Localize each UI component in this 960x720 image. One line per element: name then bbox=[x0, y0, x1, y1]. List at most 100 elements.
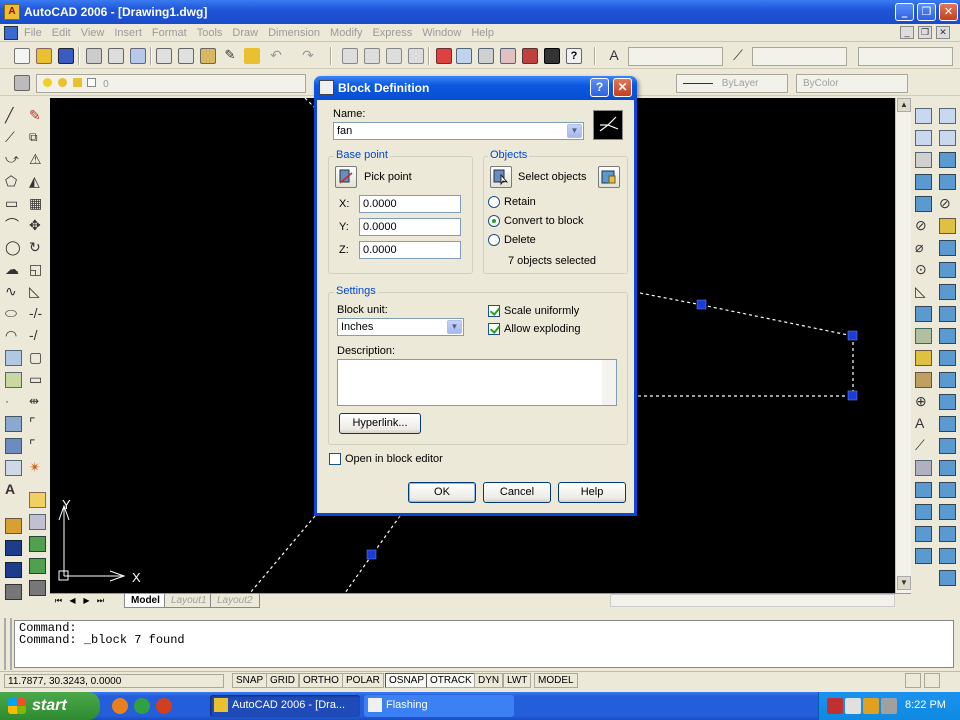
start-button[interactable]: start bbox=[0, 692, 100, 720]
layer-match-icon[interactable] bbox=[5, 562, 22, 578]
doc-close-button[interactable]: ✕ bbox=[936, 26, 950, 39]
convert-to-block-radio[interactable] bbox=[488, 215, 500, 227]
clock[interactable]: 8:22 PM bbox=[905, 699, 946, 711]
tab-layout2[interactable]: Layout2 bbox=[210, 594, 260, 608]
snap-toggle[interactable]: SNAP bbox=[232, 673, 268, 688]
dyn-toggle[interactable]: DYN bbox=[474, 673, 504, 688]
check-solid-icon[interactable] bbox=[939, 570, 956, 586]
menu-format[interactable]: Format bbox=[152, 27, 187, 39]
dim-arc-icon[interactable] bbox=[915, 152, 932, 168]
table-style-combo[interactable] bbox=[858, 47, 953, 66]
setup-drawing-icon[interactable] bbox=[939, 350, 956, 366]
menu-modify[interactable]: Modify bbox=[330, 27, 362, 39]
description-scrollbar[interactable] bbox=[602, 360, 616, 405]
dim-baseline-icon[interactable] bbox=[915, 306, 932, 322]
move-icon[interactable]: ✥ bbox=[29, 218, 46, 234]
revolve-icon[interactable] bbox=[939, 262, 956, 278]
description-textarea[interactable] bbox=[337, 359, 617, 406]
interfere-icon[interactable] bbox=[939, 328, 956, 344]
restore-button[interactable]: ❐ bbox=[917, 3, 936, 21]
erase-icon[interactable]: ✎ bbox=[29, 108, 46, 124]
paste-icon[interactable] bbox=[200, 48, 216, 64]
undo-icon[interactable]: ↶ bbox=[268, 48, 284, 64]
hatch-icon[interactable] bbox=[5, 416, 22, 432]
setup-profile-icon[interactable] bbox=[939, 394, 956, 410]
text-style-icon[interactable]: A bbox=[606, 48, 622, 64]
redo-icon[interactable]: ↷ bbox=[300, 48, 316, 64]
chevron-down-icon[interactable]: ▼ bbox=[567, 124, 582, 138]
polygon-icon[interactable]: ⬠ bbox=[5, 174, 22, 190]
dim-style-icon[interactable]: ⟋ bbox=[730, 48, 746, 64]
ellipse-icon[interactable]: ⬭ bbox=[5, 306, 22, 322]
save-icon[interactable] bbox=[58, 48, 74, 64]
tool-palettes-icon[interactable] bbox=[478, 48, 494, 64]
express-draw-icon[interactable] bbox=[29, 580, 46, 596]
prev-tab-icon[interactable]: ◀ bbox=[66, 595, 79, 607]
stretch-icon[interactable]: ◺ bbox=[29, 284, 46, 300]
dim-aligned-icon[interactable] bbox=[915, 130, 932, 146]
retain-radio[interactable] bbox=[488, 196, 500, 208]
solid-cone-icon[interactable] bbox=[939, 174, 956, 190]
region-icon[interactable] bbox=[5, 460, 22, 476]
properties-icon[interactable] bbox=[436, 48, 452, 64]
allow-exploding-checkbox[interactable] bbox=[488, 323, 500, 335]
rectangle-icon[interactable]: ▭ bbox=[5, 196, 22, 212]
dim-space-icon[interactable] bbox=[915, 548, 932, 564]
circle-icon[interactable]: ◯ bbox=[5, 240, 22, 256]
layer-iso-icon[interactable] bbox=[5, 584, 22, 600]
help-button[interactable]: Help bbox=[558, 482, 626, 503]
union-icon[interactable] bbox=[939, 416, 956, 432]
menu-edit[interactable]: Edit bbox=[52, 27, 71, 39]
point-icon[interactable]: · bbox=[5, 394, 22, 410]
coordinate-readout[interactable]: 11.7877, 30.3243, 0.0000 bbox=[4, 674, 224, 688]
dim-jogged-icon[interactable]: ⊘ bbox=[915, 218, 932, 234]
tray-icon[interactable] bbox=[863, 698, 879, 714]
dialog-close-button[interactable]: ✕ bbox=[613, 78, 632, 97]
dim-style-combo[interactable] bbox=[752, 47, 847, 66]
tab-model[interactable]: Model bbox=[124, 594, 167, 608]
menu-view[interactable]: View bbox=[81, 27, 105, 39]
otrack-toggle[interactable]: OTRACK bbox=[426, 673, 476, 688]
firefox-icon[interactable] bbox=[112, 698, 128, 714]
break-icon[interactable]: ▢ bbox=[29, 350, 46, 366]
express-modify-icon[interactable] bbox=[29, 558, 46, 574]
center-mark-icon[interactable]: ⊕ bbox=[915, 394, 932, 410]
taskbar-autocad[interactable]: AutoCAD 2006 - [Dra... bbox=[210, 695, 360, 717]
text-style-combo[interactable] bbox=[628, 47, 723, 66]
leader-icon[interactable] bbox=[915, 350, 932, 366]
autocad-app-icon[interactable]: A bbox=[4, 4, 20, 20]
solid-box-icon[interactable] bbox=[939, 108, 956, 124]
pick-point-button[interactable] bbox=[335, 166, 357, 188]
dim-ordinate-icon[interactable] bbox=[915, 174, 932, 190]
volume-icon[interactable] bbox=[881, 698, 897, 714]
taskbar-flashing[interactable]: Flashing bbox=[364, 695, 514, 717]
dim-override-icon[interactable] bbox=[915, 504, 932, 520]
tray-icon[interactable] bbox=[845, 698, 861, 714]
tray-icon[interactable] bbox=[827, 698, 843, 714]
markup-icon[interactable] bbox=[522, 48, 538, 64]
solid-wedge-icon[interactable]: ⊘ bbox=[939, 196, 956, 212]
model-toggle[interactable]: MODEL bbox=[534, 673, 578, 688]
menu-insert[interactable]: Insert bbox=[114, 27, 142, 39]
quick-select-button[interactable] bbox=[598, 166, 620, 188]
block-editor-icon[interactable] bbox=[244, 48, 260, 64]
spline-icon[interactable]: ∿ bbox=[5, 284, 22, 300]
tolerance-icon[interactable] bbox=[915, 372, 932, 388]
array-icon[interactable]: ▦ bbox=[29, 196, 46, 212]
explode-icon[interactable]: ⌜ bbox=[29, 438, 46, 454]
ortho-toggle[interactable]: ORTHO bbox=[299, 673, 343, 688]
scroll-down-icon[interactable]: ▼ bbox=[897, 576, 911, 590]
comm-center-icon[interactable] bbox=[905, 673, 921, 688]
publish-icon[interactable] bbox=[130, 48, 146, 64]
subtract-icon[interactable] bbox=[939, 438, 956, 454]
make-block-icon[interactable] bbox=[5, 372, 22, 388]
copy-icon[interactable] bbox=[178, 48, 194, 64]
vertical-scrollbar[interactable]: ▲ ▼ bbox=[895, 98, 911, 593]
scroll-up-icon[interactable]: ▲ bbox=[897, 98, 911, 112]
polyline-icon[interactable]: ⤻ bbox=[5, 152, 22, 168]
zoom-previous-icon[interactable] bbox=[408, 48, 424, 64]
dim-continue-icon[interactable] bbox=[915, 328, 932, 344]
dim-diameter-icon[interactable]: ⌀ bbox=[915, 240, 932, 256]
close-button[interactable]: ✕ bbox=[939, 3, 958, 21]
command-window-grip[interactable] bbox=[4, 618, 12, 670]
